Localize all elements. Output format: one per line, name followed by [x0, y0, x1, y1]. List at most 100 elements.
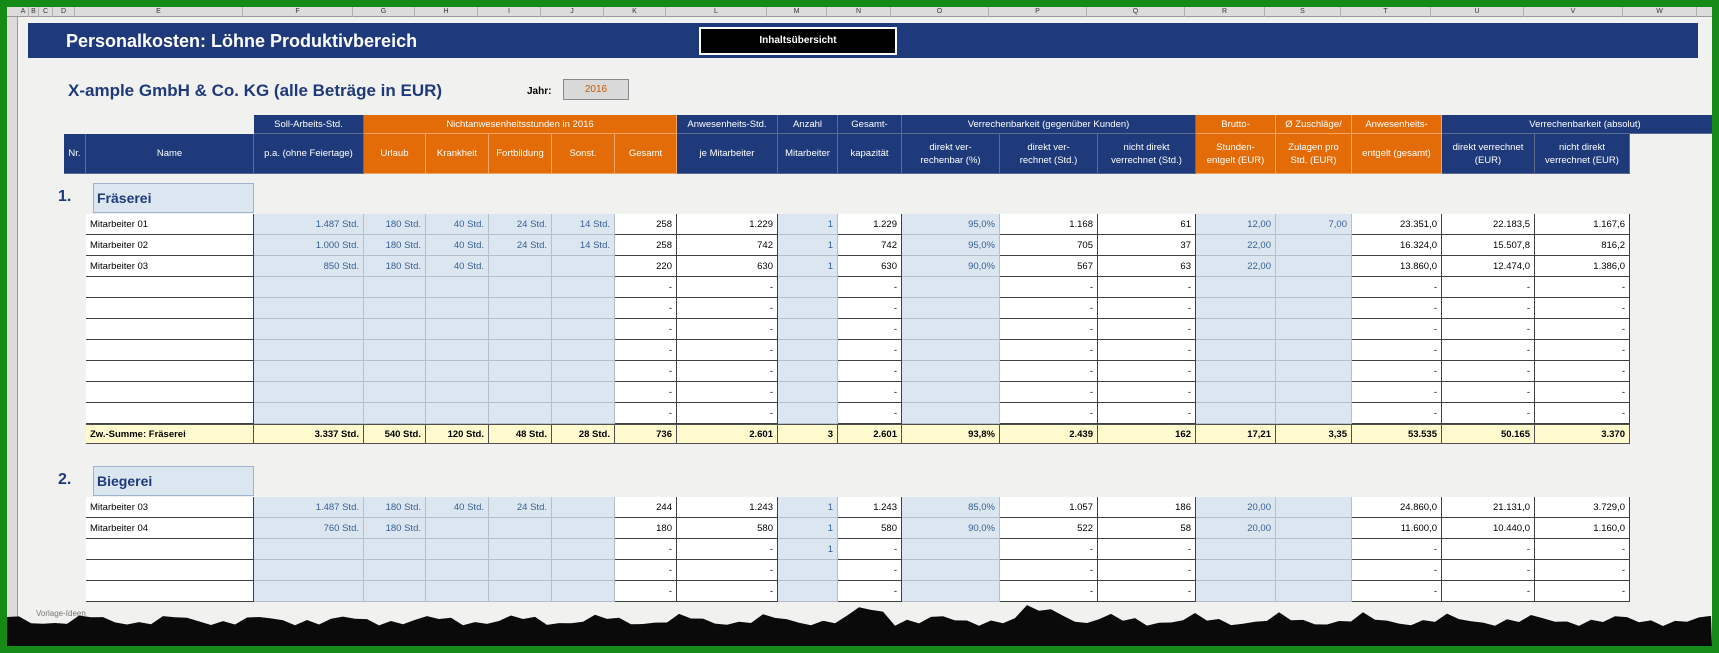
table-cell[interactable]: 850 Std. [254, 256, 364, 277]
table-cell[interactable]: - [1535, 382, 1630, 403]
table-cell[interactable]: - [1442, 382, 1535, 403]
group-header-soll[interactable]: Soll-Arbeits-Std. [254, 115, 364, 134]
table-cell[interactable]: - [1535, 340, 1630, 361]
column-letter-n[interactable]: N [827, 7, 891, 17]
table-cell[interactable]: - [1352, 361, 1442, 382]
table-cell[interactable]: - [838, 319, 902, 340]
table-cell[interactable]: - [677, 298, 778, 319]
table-cell[interactable]: - [615, 340, 677, 361]
table-cell[interactable]: - [838, 560, 902, 581]
table-cell[interactable]: 244 [615, 497, 677, 518]
table-cell[interactable]: - [1098, 361, 1196, 382]
table-cell[interactable]: 16.324,0 [1352, 235, 1442, 256]
table-cell[interactable] [552, 497, 615, 518]
table-cell[interactable]: - [1000, 382, 1098, 403]
table-cell[interactable]: 1 [778, 539, 838, 560]
table-cell[interactable] [1196, 539, 1276, 560]
column-header-15[interactable]: Zulagen pro Std. (EUR) [1276, 134, 1352, 174]
column-header-0[interactable]: Nr. [64, 134, 86, 174]
table-cell[interactable]: - [838, 382, 902, 403]
table-cell[interactable] [254, 361, 364, 382]
column-letter-u[interactable]: U [1431, 7, 1524, 17]
table-cell[interactable] [552, 319, 615, 340]
column-header-12[interactable]: direkt ver- rechnet (Std.) [1000, 134, 1098, 174]
table-cell[interactable] [902, 382, 1000, 403]
table-cell[interactable]: 1.057 [1000, 497, 1098, 518]
column-header-2[interactable]: p.a. (ohne Feiertage) [254, 134, 364, 174]
table-cell[interactable]: - [838, 340, 902, 361]
table-cell[interactable]: 40 Std. [426, 235, 489, 256]
column-header-13[interactable]: nicht direkt verrechnet (Std.) [1098, 134, 1196, 174]
table-cell[interactable]: 1.243 [677, 497, 778, 518]
table-cell[interactable] [86, 361, 254, 382]
column-letter-v[interactable]: V [1524, 7, 1623, 17]
table-cell[interactable]: 742 [677, 235, 778, 256]
table-cell[interactable]: - [1535, 277, 1630, 298]
table-cell[interactable]: Mitarbeiter 02 [86, 235, 254, 256]
column-header-17[interactable]: direkt verrechnet (EUR) [1442, 134, 1535, 174]
table-cell[interactable]: 180 Std. [364, 214, 426, 235]
table-cell[interactable]: - [1442, 361, 1535, 382]
table-cell[interactable]: 180 Std. [364, 256, 426, 277]
table-cell[interactable] [86, 560, 254, 581]
column-letter-b[interactable]: B [29, 7, 39, 17]
column-letter-l[interactable]: L [666, 7, 767, 17]
column-header-7[interactable]: Gesamt [615, 134, 677, 174]
table-cell[interactable] [489, 560, 552, 581]
table-cell[interactable] [86, 382, 254, 403]
table-cell[interactable] [1276, 560, 1352, 581]
table-cell[interactable]: 10.440,0 [1442, 518, 1535, 539]
table-cell[interactable]: - [615, 382, 677, 403]
table-cell[interactable]: 22,00 [1196, 235, 1276, 256]
table-cell[interactable]: - [1098, 560, 1196, 581]
contents-overview-button[interactable]: Inhaltsübersicht [699, 27, 897, 55]
table-cell[interactable]: 1 [778, 518, 838, 539]
group-header-verrabs[interactable]: Verrechenbarkeit (absolut) [1442, 115, 1712, 134]
column-letter-t[interactable]: T [1341, 7, 1431, 17]
table-cell[interactable]: 61 [1098, 214, 1196, 235]
table-cell[interactable] [902, 539, 1000, 560]
table-cell[interactable]: - [1098, 298, 1196, 319]
table-cell[interactable] [489, 403, 552, 424]
table-cell[interactable]: - [1000, 298, 1098, 319]
table-cell[interactable]: 816,2 [1535, 235, 1630, 256]
table-cell[interactable]: - [615, 361, 677, 382]
table-cell[interactable] [426, 277, 489, 298]
table-cell[interactable]: 1.168 [1000, 214, 1098, 235]
group-header-anw[interactable]: Anwesenheits-Std. [677, 115, 778, 134]
subtotal-cell[interactable]: 2.601 [838, 424, 902, 444]
table-cell[interactable]: 14 Std. [552, 214, 615, 235]
table-cell[interactable] [902, 560, 1000, 581]
table-cell[interactable]: 14 Std. [552, 235, 615, 256]
table-cell[interactable]: - [1535, 560, 1630, 581]
column-header-3[interactable]: Urlaub [364, 134, 426, 174]
table-cell[interactable]: - [677, 319, 778, 340]
table-cell[interactable] [778, 560, 838, 581]
column-letter-d[interactable]: D [53, 7, 75, 17]
table-cell[interactable]: - [677, 340, 778, 361]
table-cell[interactable] [364, 382, 426, 403]
table-cell[interactable] [902, 403, 1000, 424]
table-cell[interactable] [1276, 539, 1352, 560]
table-cell[interactable]: - [1535, 298, 1630, 319]
table-cell[interactable] [489, 298, 552, 319]
column-letter-a[interactable]: A [18, 7, 29, 17]
table-cell[interactable] [1276, 319, 1352, 340]
table-cell[interactable] [426, 319, 489, 340]
subtotal-cell[interactable]: Zw.-Summe: Fräserei [86, 424, 254, 444]
table-cell[interactable]: - [1442, 340, 1535, 361]
table-cell[interactable]: 3.729,0 [1535, 497, 1630, 518]
table-cell[interactable] [364, 340, 426, 361]
table-cell[interactable] [552, 361, 615, 382]
table-cell[interactable] [778, 403, 838, 424]
table-cell[interactable]: 23.351,0 [1352, 214, 1442, 235]
table-cell[interactable] [86, 340, 254, 361]
column-header-11[interactable]: direkt ver- rechenbar (%) [902, 134, 1000, 174]
table-cell[interactable] [254, 382, 364, 403]
table-cell[interactable]: 22.183,5 [1442, 214, 1535, 235]
column-header-16[interactable]: entgelt (gesamt) [1352, 134, 1442, 174]
column-header-18[interactable]: nicht direkt verrechnet (EUR) [1535, 134, 1630, 174]
table-cell[interactable] [86, 403, 254, 424]
column-letter-h[interactable]: H [415, 7, 478, 17]
table-cell[interactable]: 580 [677, 518, 778, 539]
